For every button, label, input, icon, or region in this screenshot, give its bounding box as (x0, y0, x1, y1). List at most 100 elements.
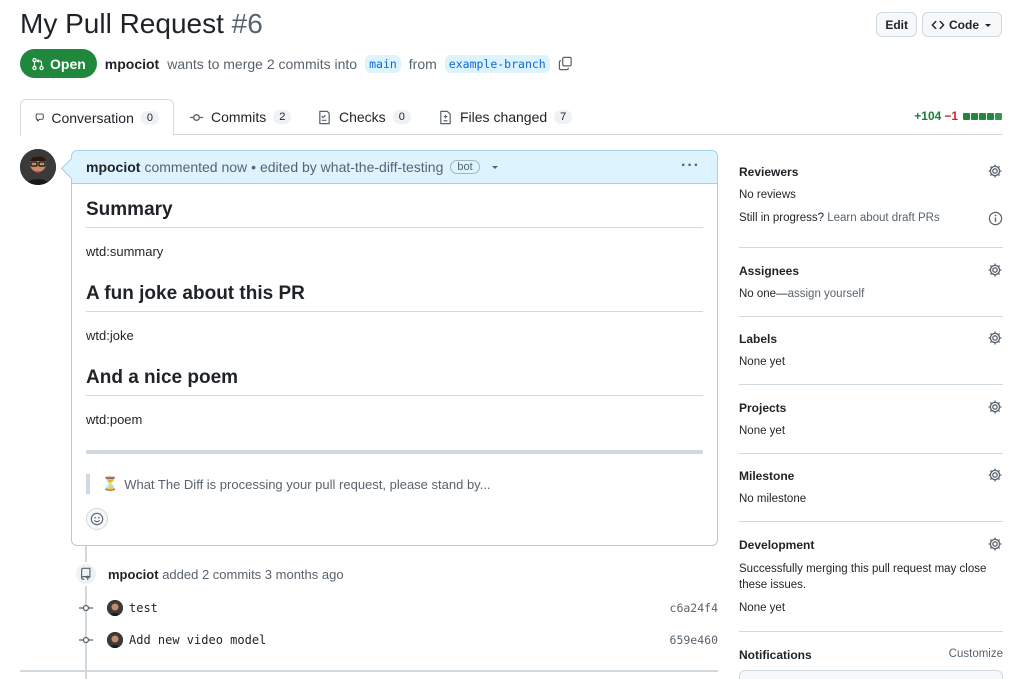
pr-tabs: Conversation 0 Commits 2 Checks 0 Files … (20, 99, 1002, 136)
divider (20, 670, 718, 672)
bot-badge: bot (450, 160, 480, 174)
edit-button-label: Edit (885, 17, 908, 32)
reviewers-value: No reviews (739, 189, 796, 201)
divider (739, 631, 1003, 632)
meta-text: wants to merge 2 commits into (167, 55, 358, 72)
commit-row: Add new video model 659e460 (79, 630, 718, 650)
tab-commits-label: Commits (211, 109, 267, 125)
status-label: Open (50, 55, 86, 72)
draft-hint: Still in progress? Learn about draft PRs (739, 212, 940, 224)
tab-files-changed-label: Files changed (460, 109, 548, 125)
milestone-value: No milestone (739, 493, 807, 505)
customize-link[interactable]: Customize (949, 648, 1003, 660)
commits-event: mpociot added 2 commits 3 months ago (74, 562, 344, 586)
comment-edited[interactable]: • edited by what-the-diff-testing (251, 159, 443, 175)
pr-title-text: My Pull Request (20, 8, 224, 39)
gear-icon[interactable] (987, 262, 1003, 278)
development-text: Successfully merging this pull request m… (739, 563, 987, 591)
code-button[interactable]: Code (922, 12, 1002, 37)
file-diff-icon (440, 110, 451, 124)
commit-sha[interactable]: c6a24f4 (670, 601, 718, 615)
commit-message[interactable]: test (129, 601, 670, 615)
projects-value: None yet (739, 425, 786, 437)
commit-sha[interactable]: 659e460 (670, 633, 718, 647)
milestone-title[interactable]: Milestone (739, 469, 794, 483)
edit-button[interactable]: Edit (876, 12, 917, 37)
status-badge: Open (20, 49, 97, 78)
tab-checks-count: 0 (392, 110, 411, 124)
comment-time[interactable]: commented now (144, 159, 247, 175)
subscribe-button[interactable] (739, 670, 1003, 679)
pr-meta: Open mpociot wants to merge 2 commits in… (20, 49, 573, 78)
projects-title[interactable]: Projects (739, 401, 786, 415)
smiley-icon (90, 512, 104, 526)
divider (739, 316, 1003, 317)
assignees-title[interactable]: Assignees (739, 264, 799, 278)
tab-files-changed[interactable]: Files changed 7 (424, 99, 586, 135)
code-icon (931, 20, 945, 29)
base-branch[interactable]: main (365, 54, 401, 73)
commit-icon (79, 635, 93, 645)
header-actions: Edit Code (876, 12, 1002, 37)
tab-conversation-count: 0 (140, 110, 159, 125)
checklist-icon (319, 110, 330, 124)
avatar[interactable] (20, 149, 56, 185)
section-text: wtd:summary (86, 244, 164, 259)
tab-commits[interactable]: Commits 2 (175, 99, 305, 135)
author-link[interactable]: mpociot (105, 56, 159, 72)
event-text: added 2 commits 3 months ago (162, 566, 344, 582)
section-heading: Summary (86, 199, 173, 220)
add-reaction-button[interactable] (86, 508, 108, 530)
pr-title: My Pull Request #6 (20, 8, 263, 40)
tab-files-changed-count: 7 (554, 110, 573, 124)
commit-icon (189, 113, 204, 121)
section-heading: And a nice poem (86, 367, 239, 388)
divider (86, 311, 703, 312)
chevron-down-icon[interactable] (490, 162, 500, 172)
divider (86, 395, 703, 396)
reviewers-title[interactable]: Reviewers (739, 165, 798, 179)
labels-title[interactable]: Labels (739, 332, 777, 346)
gear-icon[interactable] (987, 330, 1003, 346)
section-heading: A fun joke about this PR (86, 283, 305, 304)
blockquote: ⏳ What The Diff is processing your pull … (86, 474, 491, 494)
tab-conversation[interactable]: Conversation 0 (20, 99, 174, 136)
comment-box: mpociot commented now • edited by what-t… (71, 150, 718, 546)
assign-yourself-link[interactable]: assign yourself (788, 288, 865, 300)
gear-icon[interactable] (987, 536, 1003, 552)
avatar[interactable] (107, 632, 123, 648)
draft-prs-link[interactable]: Learn about draft PRs (827, 212, 940, 224)
tab-conversation-label: Conversation (51, 109, 134, 126)
head-branch[interactable]: example-branch (444, 54, 550, 73)
tab-checks-label: Checks (339, 109, 386, 125)
divider (739, 521, 1003, 522)
divider (739, 453, 1003, 454)
diffstat-deletions: −1 (944, 109, 958, 123)
info-icon[interactable] (988, 211, 1003, 226)
commit-message[interactable]: Add new video model (129, 633, 670, 647)
copy-icon[interactable] (558, 56, 573, 71)
assignees-none: No one— (739, 288, 788, 300)
repo-push-icon (74, 562, 98, 586)
diffstat: +104 −1 (914, 109, 1002, 123)
comment-icon (35, 113, 44, 122)
tab-commits-count: 2 (273, 110, 292, 124)
development-title[interactable]: Development (739, 538, 814, 552)
chevron-down-icon (985, 23, 991, 27)
gear-icon[interactable] (987, 399, 1003, 415)
pull-request-icon (32, 57, 44, 70)
commit-row: test c6a24f4 (79, 598, 718, 618)
gear-icon[interactable] (987, 163, 1003, 179)
gear-icon[interactable] (987, 467, 1003, 483)
section-text: wtd:joke (86, 328, 134, 343)
development-value: None yet (739, 602, 786, 614)
section-text: wtd:poem (86, 412, 143, 427)
kebab-menu-icon[interactable]: ··· (681, 157, 700, 175)
event-author[interactable]: mpociot (108, 567, 159, 582)
tab-checks[interactable]: Checks 0 (303, 99, 425, 135)
commit-icon (79, 603, 93, 613)
labels-value: None yet (739, 356, 786, 368)
comment-author[interactable]: mpociot (86, 159, 140, 175)
avatar[interactable] (107, 600, 123, 616)
divider (739, 384, 1003, 385)
